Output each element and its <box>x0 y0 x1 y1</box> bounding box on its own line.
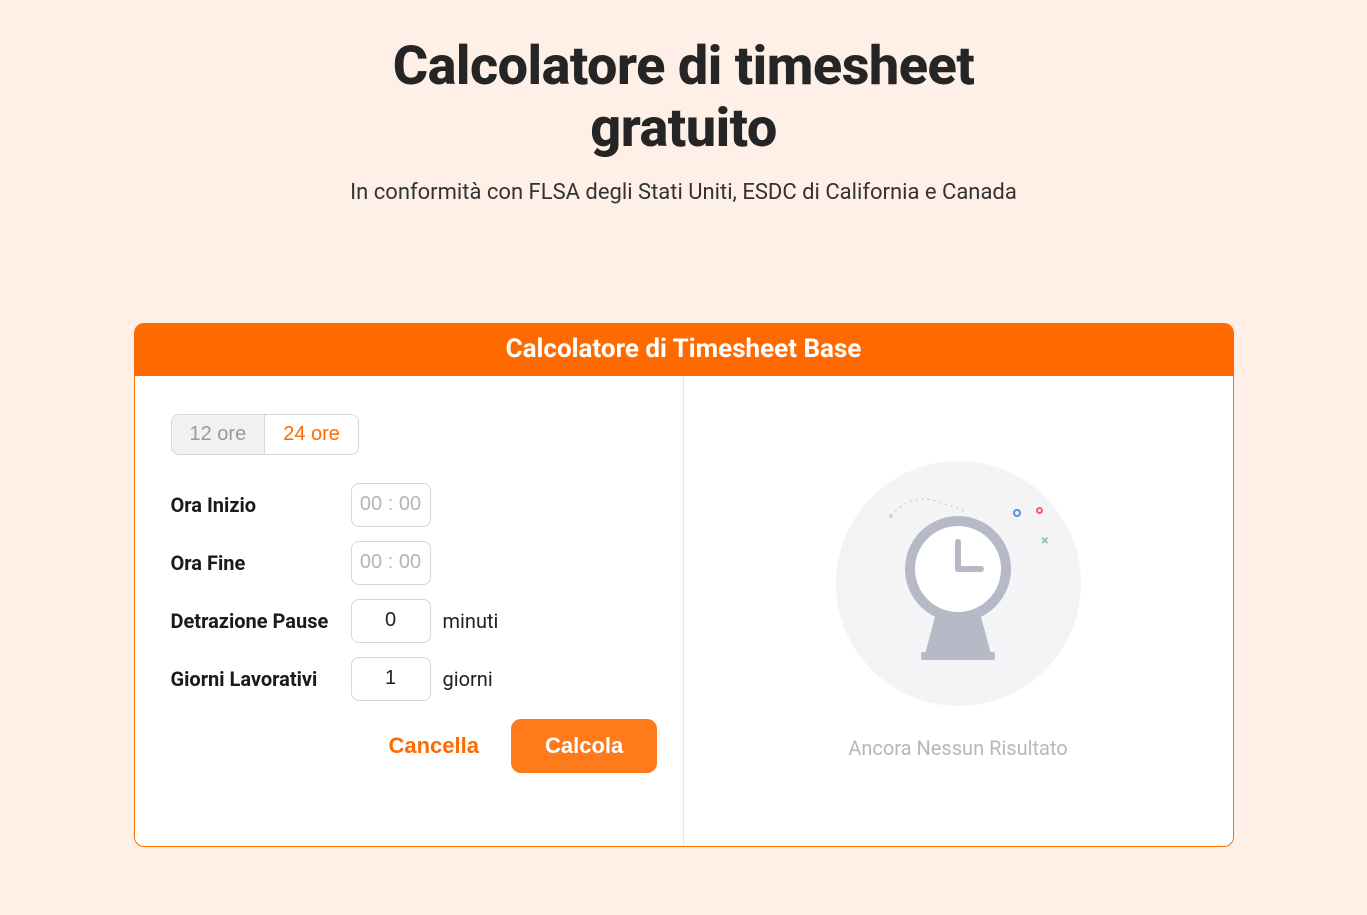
end-time-input[interactable] <box>351 541 431 585</box>
result-panel: × Ancora Nessun Risultato <box>684 376 1233 846</box>
toggle-12h[interactable]: 12 ore <box>172 415 266 454</box>
hour-format-toggle: 12 ore 24 ore <box>171 414 359 455</box>
working-days-label: Giorni Lavorativi <box>171 667 351 691</box>
deco-dot-red <box>1036 507 1043 514</box>
page-subtitle: In conformità con FLSA degli Stati Uniti… <box>334 178 1034 208</box>
form-panel: 12 ore 24 ore Ora Inizio Ora Fine Detraz… <box>135 376 684 846</box>
cancel-button[interactable]: Cancella <box>389 733 480 759</box>
days-unit: giorni <box>443 667 493 691</box>
start-time-label: Ora Inizio <box>171 493 351 517</box>
deco-dot-blue <box>1013 509 1021 517</box>
page-title: Calcolatore di timesheet gratuito <box>334 36 1034 160</box>
break-deduction-label: Detrazione Pause <box>171 609 351 633</box>
clock-icon <box>893 504 1023 664</box>
start-time-input[interactable] <box>351 483 431 527</box>
working-days-input[interactable] <box>351 657 431 701</box>
end-time-label: Ora Fine <box>171 551 351 575</box>
card-title: Calcolatore di Timesheet Base <box>135 324 1233 376</box>
calculator-card: Calcolatore di Timesheet Base 12 ore 24 … <box>134 323 1234 847</box>
no-result-text: Ancora Nessun Risultato <box>848 736 1067 760</box>
deco-cross-green: × <box>1041 533 1048 549</box>
toggle-24h[interactable]: 24 ore <box>265 415 358 454</box>
break-unit: minuti <box>443 609 499 633</box>
break-deduction-input[interactable] <box>351 599 431 643</box>
empty-result-illustration: × <box>836 461 1081 706</box>
calculate-button[interactable]: Calcola <box>511 719 657 773</box>
dotted-path <box>886 491 966 521</box>
